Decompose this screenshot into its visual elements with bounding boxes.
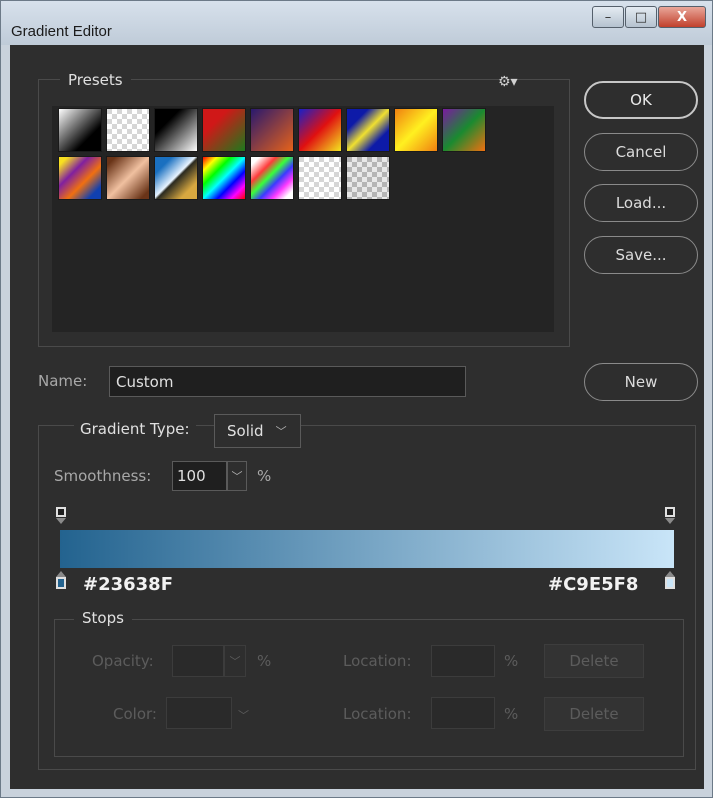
opacity-delete-button[interactable]: Delete: [544, 644, 644, 678]
gradient-type-value: Solid: [227, 422, 264, 440]
color-stop-end[interactable]: [665, 577, 675, 589]
name-field[interactable]: Custom: [109, 366, 466, 397]
opacity-stop-end-pointer: [665, 518, 675, 524]
opacity-field[interactable]: [172, 645, 224, 677]
gradient-type-dropdown[interactable]: Solid ﹀: [214, 414, 301, 448]
close-button[interactable]: X: [658, 6, 706, 28]
end-color-hex-label: #C9E5F8: [548, 574, 639, 595]
gradient-editor-window: Gradient Editor – □ X Presets ⚙▾ OK Canc…: [0, 0, 713, 798]
window-frame-left: [1, 45, 10, 789]
gradient-type-label: Gradient Type:: [74, 420, 196, 438]
smoothness-unit: %: [257, 467, 272, 485]
color-label: Color:: [113, 705, 157, 723]
ok-button[interactable]: OK: [584, 81, 698, 119]
preset-swatch-yellow-violet-orange-blue[interactable]: [58, 156, 102, 200]
preset-swatch-copper[interactable]: [106, 156, 150, 200]
minimize-button[interactable]: –: [592, 6, 624, 28]
presets-menu-gear-icon[interactable]: ⚙▾: [498, 74, 518, 90]
smoothness-label: Smoothness:: [54, 467, 152, 485]
preset-swatch-fg-transparent[interactable]: [106, 108, 150, 152]
dialog-body: Presets ⚙▾ OK Cancel Load... Save... Nam…: [10, 45, 704, 789]
preset-swatch-violet-green-orange[interactable]: [442, 108, 486, 152]
opacity-location-unit: %: [504, 652, 519, 670]
opacity-label: Opacity:: [92, 652, 154, 670]
preset-swatch-fg-bg[interactable]: [58, 108, 102, 152]
chevron-down-icon[interactable]: ﹀: [238, 707, 249, 723]
smoothness-field[interactable]: 100: [172, 461, 227, 491]
chevron-down-icon: ﹀: [231, 470, 243, 483]
start-color-hex-label: #23638F: [83, 574, 173, 595]
preset-swatch-blue-red-yellow[interactable]: [298, 108, 342, 152]
opacity-unit: %: [257, 652, 272, 670]
save-button[interactable]: Save...: [584, 236, 698, 274]
stops-group: [54, 619, 684, 757]
title-bar[interactable]: Gradient Editor – □ X: [1, 1, 712, 45]
opacity-location-field[interactable]: [431, 645, 495, 677]
preset-swatch-neutral-density[interactable]: [346, 156, 390, 200]
preset-swatch-chrome[interactable]: [154, 156, 198, 200]
preset-swatch-red-green[interactable]: [202, 108, 246, 152]
preset-swatch-spectrum[interactable]: [202, 156, 246, 200]
color-swatch-field[interactable]: [166, 697, 232, 729]
gradient-preview-bar[interactable]: [60, 530, 674, 568]
chevron-down-icon: ﹀: [229, 655, 241, 668]
opacity-location-label: Location:: [343, 652, 412, 670]
preset-swatch-violet-orange[interactable]: [250, 108, 294, 152]
presets-legend: Presets: [60, 71, 131, 89]
maximize-button[interactable]: □: [625, 6, 657, 28]
window-frame-right: [704, 45, 712, 789]
window-title: Gradient Editor: [11, 23, 112, 40]
smoothness-dropdown[interactable]: ﹀: [227, 461, 247, 491]
opacity-stop-end[interactable]: [665, 507, 675, 517]
color-location-label: Location:: [343, 705, 412, 723]
preset-swatch-black-white[interactable]: [154, 108, 198, 152]
opacity-dropdown[interactable]: ﹀: [224, 645, 246, 677]
name-label: Name:: [38, 372, 88, 390]
presets-swatch-grid: [52, 106, 554, 332]
window-controls: – □ X: [591, 6, 706, 28]
window-frame-bottom: [1, 788, 712, 797]
cancel-button[interactable]: Cancel: [584, 133, 698, 171]
load-button[interactable]: Load...: [584, 184, 698, 222]
color-delete-button[interactable]: Delete: [544, 697, 644, 731]
preset-swatch-blue-yellow-blue[interactable]: [346, 108, 390, 152]
new-button[interactable]: New: [584, 363, 698, 401]
preset-swatch-transparent-stripes[interactable]: [298, 156, 342, 200]
preset-swatch-orange-yellow-orange[interactable]: [394, 108, 438, 152]
preset-swatch-transparent-rainbow[interactable]: [250, 156, 294, 200]
opacity-stop-start[interactable]: [56, 507, 66, 517]
color-location-unit: %: [504, 705, 519, 723]
opacity-stop-start-pointer: [56, 518, 66, 524]
color-stop-start[interactable]: [56, 577, 66, 589]
color-location-field[interactable]: [431, 697, 495, 729]
stops-legend: Stops: [74, 609, 132, 627]
chevron-down-icon: ﹀: [275, 425, 287, 438]
